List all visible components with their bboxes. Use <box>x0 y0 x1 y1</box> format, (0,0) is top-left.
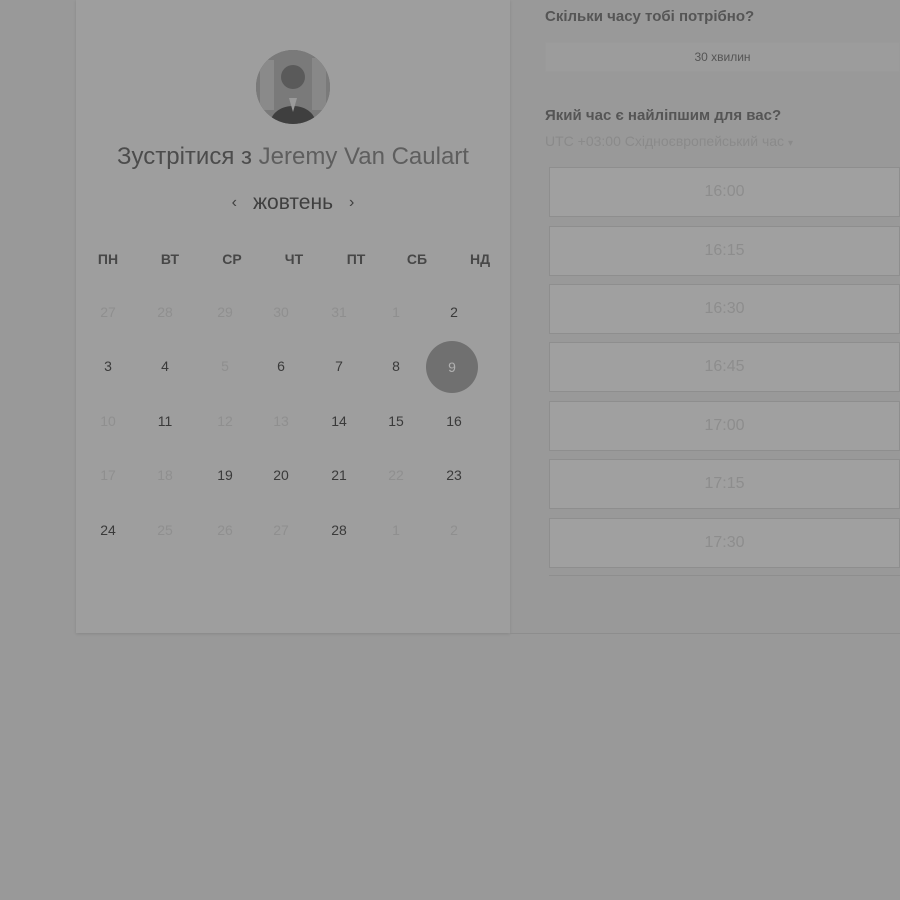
calendar-day-disabled: 2 <box>450 522 458 538</box>
calendar-day-disabled: 26 <box>217 522 233 538</box>
calendar-day[interactable]: 20 <box>261 465 301 485</box>
calendar-day-disabled: 12 <box>217 413 233 429</box>
timezone-label: UTC +03:00 Східноєвропейський час <box>545 133 785 149</box>
title-prefix: Зустрітися з <box>117 143 252 170</box>
time-slot-button[interactable]: 16:15 <box>549 226 900 276</box>
calendar-day-disabled: 27 <box>273 522 289 538</box>
calendar-day-disabled: 5 <box>221 358 229 374</box>
weekday-label: ВТ <box>160 251 180 267</box>
chevron-left-icon[interactable]: ‹ <box>232 194 237 212</box>
calendar-day[interactable]: 3 <box>88 356 128 376</box>
calendar-day[interactable]: 6 <box>261 356 301 376</box>
calendar-day[interactable]: 23 <box>434 465 474 485</box>
calendar-day[interactable]: 8 <box>376 356 416 376</box>
calendar-day-disabled: 29 <box>217 304 233 320</box>
panel-divider <box>510 633 900 634</box>
time-slot-button[interactable]: 17:00 <box>549 401 900 451</box>
calendar-day[interactable]: 28 <box>319 520 359 540</box>
weekday-label: ЧТ <box>284 251 304 267</box>
calendar-day[interactable]: 7 <box>319 356 359 376</box>
calendar-day[interactable]: 14 <box>319 411 359 431</box>
month-navigation: ‹ жовтень › <box>76 188 510 218</box>
time-slot-button[interactable]: 17:30 <box>549 518 900 568</box>
time-question: Який час є найліпшим для вас? <box>545 107 782 124</box>
calendar-day-disabled: 25 <box>157 522 173 538</box>
time-slot-button[interactable]: 16:30 <box>549 284 900 334</box>
calendar-day-disabled: 27 <box>100 304 116 320</box>
calendar-day-disabled: 18 <box>157 467 173 483</box>
calendar-day-disabled: 28 <box>157 304 173 320</box>
weekday-label: СР <box>222 251 242 267</box>
organizer-avatar <box>256 50 330 124</box>
weekday-label: СБ <box>406 251 428 267</box>
person-avatar-icon <box>256 50 330 124</box>
calendar-day-selected[interactable]: 9 <box>426 341 478 393</box>
calendar-day-disabled: 31 <box>331 304 347 320</box>
calendar-day-disabled: 22 <box>388 467 404 483</box>
calendar-day[interactable]: 15 <box>376 411 416 431</box>
time-slot-partial <box>549 575 900 583</box>
chevron-right-icon[interactable]: › <box>349 194 354 212</box>
time-slot-button[interactable]: 17:15 <box>549 459 900 509</box>
weekday-label: НД <box>469 251 491 267</box>
organizer-name: Jeremy Van Caulart <box>258 143 469 170</box>
calendar-day[interactable]: 4 <box>145 356 185 376</box>
calendar-day-disabled: 30 <box>273 304 289 320</box>
meeting-title: Зустрітися з Jeremy Van Caulart <box>76 143 510 171</box>
calendar-day[interactable]: 2 <box>434 302 474 322</box>
time-slot-button[interactable]: 16:00 <box>549 167 900 217</box>
calendar-day[interactable]: 16 <box>434 411 474 431</box>
duration-select[interactable]: 30 хвилин <box>545 42 900 72</box>
weekday-label: ПТ <box>346 251 366 267</box>
month-label: жовтень <box>252 191 334 214</box>
duration-question: Скільки часу тобі потрібно? <box>545 8 755 25</box>
timezone-select[interactable]: UTC +03:00 Східноєвропейський час ▾ <box>545 133 793 149</box>
calendar-day-disabled: 17 <box>100 467 116 483</box>
calendar-day[interactable]: 11 <box>145 411 185 431</box>
caret-down-icon: ▾ <box>788 138 794 149</box>
calendar-day-disabled: 10 <box>100 413 116 429</box>
calendar-day[interactable]: 21 <box>319 465 359 485</box>
time-slot-button[interactable]: 16:45 <box>549 342 900 392</box>
calendar-day-disabled: 1 <box>392 304 400 320</box>
calendar-day-disabled: 13 <box>273 413 289 429</box>
weekday-label: ПН <box>97 251 119 267</box>
calendar-day-disabled: 1 <box>392 522 400 538</box>
calendar-day[interactable]: 19 <box>205 465 245 485</box>
calendar-day[interactable]: 24 <box>88 520 128 540</box>
